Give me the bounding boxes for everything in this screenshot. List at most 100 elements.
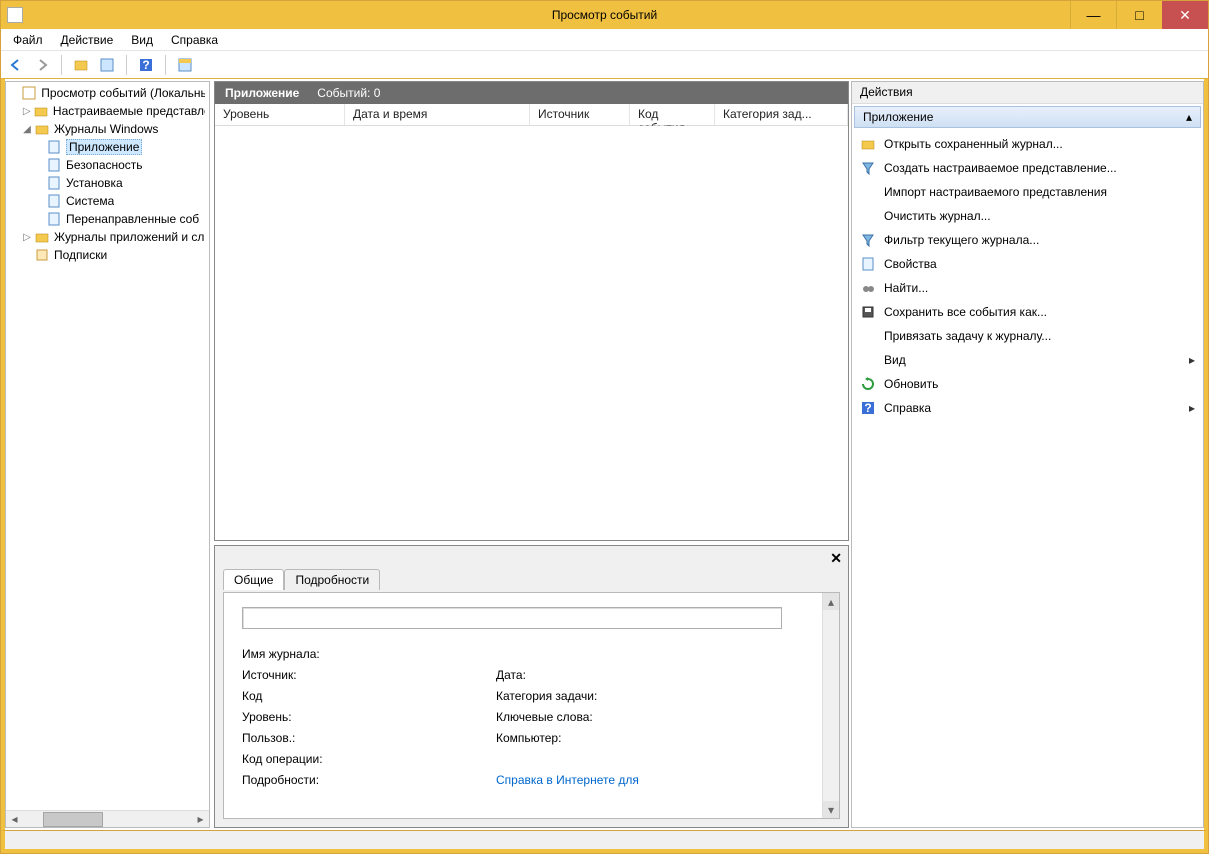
folder-icon [34,229,50,245]
svg-text:?: ? [864,401,871,415]
details-close-button[interactable]: ✕ [830,550,842,567]
tree-label: Перенаправленные соб [66,212,199,226]
tree-application[interactable]: Приложение [6,138,209,156]
actions-subtitle-label: Приложение [863,110,933,124]
tree-setup[interactable]: Установка [6,174,209,192]
menu-view[interactable]: Вид [123,31,161,49]
details-v-scrollbar[interactable]: ▴ ▾ [822,593,839,818]
events-list-body[interactable] [215,126,848,540]
action-attach-task[interactable]: Привязать задачу к журналу... [852,324,1203,348]
submenu-arrow-icon: ▸ [1189,353,1195,367]
tree-custom-views[interactable]: ▷ Настраиваемые представле [6,102,209,120]
tree-root-label: Просмотр событий (Локальны [41,86,205,100]
scroll-left-icon[interactable]: ◂ [6,811,23,828]
action-open-saved-log[interactable]: Открыть сохраненный журнал... [852,132,1203,156]
menu-action[interactable]: Действие [53,31,122,49]
tab-general[interactable]: Общие [223,569,284,590]
tree-windows-logs[interactable]: ◢ Журналы Windows [6,120,209,138]
maximize-button[interactable]: □ [1116,1,1162,29]
action-find[interactable]: Найти... [852,276,1203,300]
action-properties[interactable]: Свойства [852,252,1203,276]
properties-button[interactable] [96,54,118,76]
help-link[interactable]: Справка в Интернете для [496,773,639,787]
tree-label: Приложение [66,139,142,155]
window-root: Просмотр событий — □ ✕ Файл Действие Вид… [0,0,1209,854]
nav-back-button[interactable] [5,54,27,76]
actions-panel: Действия Приложение ▴ Открыть сохраненны… [851,81,1204,828]
collapse-icon[interactable]: ▴ [1186,110,1192,124]
action-import-view[interactable]: Импорт настраиваемого представления [852,180,1203,204]
folder-icon [34,103,49,119]
actions-subtitle[interactable]: Приложение ▴ [854,106,1201,128]
col-code[interactable]: Код события [630,104,715,125]
action-label: Привязать задачу к журналу... [884,329,1051,343]
action-label: Свойства [884,257,937,271]
action-refresh[interactable]: Обновить [852,372,1203,396]
tree-security[interactable]: Безопасность [6,156,209,174]
menu-file[interactable]: Файл [5,31,51,49]
action-help[interactable]: ? Справка ▸ [852,396,1203,420]
scroll-down-icon[interactable]: ▾ [823,801,839,818]
tree-label: Система [66,194,114,208]
show-tree-button[interactable] [70,54,92,76]
blank-icon [860,352,876,368]
events-header-name: Приложение [225,86,299,100]
tree-subscriptions[interactable]: Подписки [6,246,209,264]
events-list-panel: Приложение Событий: 0 Уровень Дата и вре… [214,81,849,541]
action-label: Создать настраиваемое представление... [884,161,1117,175]
tree-label: Подписки [54,248,107,262]
events-header: Приложение Событий: 0 [215,82,848,104]
col-level[interactable]: Уровень [215,104,345,125]
show-actions-button[interactable] [174,54,196,76]
nav-forward-button[interactable] [31,54,53,76]
scroll-up-icon[interactable]: ▴ [823,593,839,610]
col-datetime[interactable]: Дата и время [345,104,530,125]
menu-help[interactable]: Справка [163,31,226,49]
toolbar-separator [61,55,62,75]
col-category[interactable]: Категория зад... [715,104,848,125]
toolbar-separator [126,55,127,75]
nav-tree: Просмотр событий (Локальны ▷ Настраиваем… [6,82,209,810]
field-code: Код [242,689,492,703]
action-save-all[interactable]: Сохранить все события как... [852,300,1203,324]
filter-icon [860,160,876,176]
refresh-icon [860,376,876,392]
field-date: Дата: [496,668,756,682]
toolbar-separator [165,55,166,75]
expander-icon[interactable]: ◢ [20,124,34,135]
action-filter-log[interactable]: Фильтр текущего журнала... [852,228,1203,252]
action-view[interactable]: Вид ▸ [852,348,1203,372]
minimize-button[interactable]: — [1070,1,1116,29]
tree-root[interactable]: Просмотр событий (Локальны [6,84,209,102]
scroll-thumb[interactable] [43,812,103,827]
tree-system[interactable]: Система [6,192,209,210]
svg-text:?: ? [142,58,149,72]
help-button[interactable]: ? [135,54,157,76]
expander-icon[interactable] [8,88,22,99]
folder-open-icon [860,136,876,152]
blank-icon [860,328,876,344]
field-level: Уровень: [242,710,492,724]
event-details-panel: ✕ Общие Подробности Имя журнала: Источни… [214,545,849,828]
col-source[interactable]: Источник [530,104,630,125]
expander-icon[interactable]: ▷ [20,106,34,117]
actions-title: Действия [852,82,1203,104]
action-create-view[interactable]: Создать настраиваемое представление... [852,156,1203,180]
tab-details[interactable]: Подробности [284,569,380,590]
action-clear-log[interactable]: Очистить журнал... [852,204,1203,228]
close-button[interactable]: ✕ [1162,1,1208,29]
events-columns: Уровень Дата и время Источник Код событи… [215,104,848,126]
tree-label: Установка [66,176,123,190]
action-label: Фильтр текущего журнала... [884,233,1039,247]
tree-app-service-logs[interactable]: ▷ Журналы приложений и сл [6,228,209,246]
window-title: Просмотр событий [552,8,657,22]
tree-h-scrollbar[interactable]: ◂ ▸ [6,810,209,827]
details-description[interactable] [242,607,782,629]
action-label: Сохранить все события как... [884,305,1047,319]
action-label: Справка [884,401,931,415]
scroll-right-icon[interactable]: ▸ [192,811,209,828]
blank-icon [860,208,876,224]
tree-forwarded[interactable]: Перенаправленные соб [6,210,209,228]
expander-icon[interactable]: ▷ [20,232,34,243]
tree-label: Настраиваемые представле [53,104,205,118]
